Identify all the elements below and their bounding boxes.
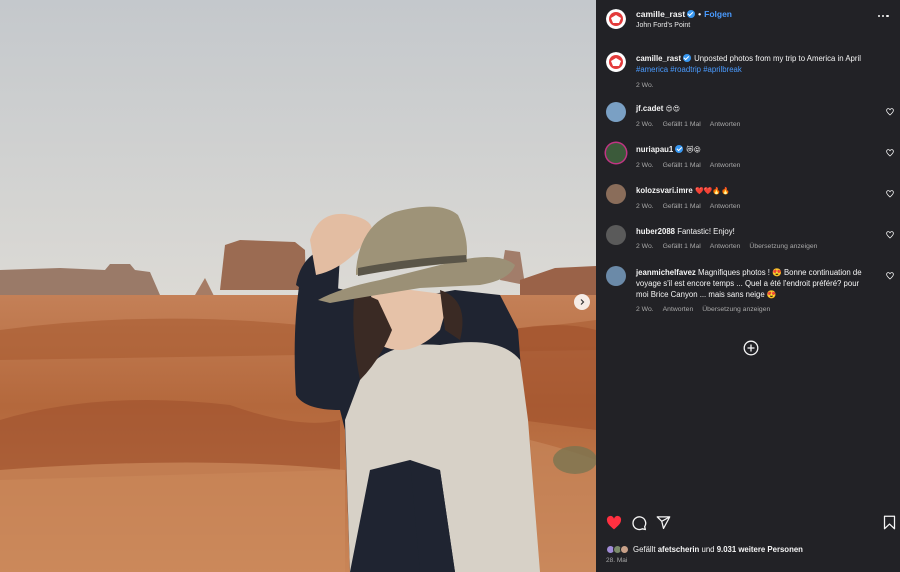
desert-photo-illustration bbox=[0, 0, 596, 572]
comment-text: Fantastic! Enjoy! bbox=[677, 227, 735, 236]
reply-button[interactable]: Antworten bbox=[663, 306, 694, 313]
separator-dot: • bbox=[698, 9, 702, 19]
caption-username[interactable]: camille_rast bbox=[636, 54, 681, 63]
comment-text: 😻😝 bbox=[686, 146, 701, 154]
verified-badge-icon bbox=[683, 54, 692, 62]
comment-username[interactable]: nuriapau1 bbox=[636, 145, 673, 154]
comment-likes[interactable]: Gefällt 1 Mal bbox=[663, 121, 701, 128]
like-comment-heart-icon[interactable] bbox=[886, 231, 894, 239]
post-photo[interactable] bbox=[0, 0, 596, 572]
reply-button[interactable]: Antworten bbox=[710, 162, 741, 169]
likes-conjunction: und bbox=[701, 544, 715, 554]
reply-button[interactable]: Antworten bbox=[710, 243, 741, 250]
comment-meta: 2 Wo. Gefällt 1 Mal Antworten bbox=[636, 119, 886, 130]
caption-time[interactable]: 2 Wo. bbox=[636, 82, 654, 89]
likes-text: Gefällt afetscherin und 9.031 weitere Pe… bbox=[633, 545, 803, 554]
commenter-avatar[interactable] bbox=[606, 266, 626, 286]
verified-badge-icon bbox=[675, 145, 684, 153]
likes-prefix: Gefällt bbox=[633, 544, 656, 554]
comment-body: huber2088 Fantastic! Enjoy! 2 Wo. Gefällt… bbox=[636, 226, 886, 252]
author-avatar[interactable] bbox=[606, 9, 626, 29]
liker-avatars bbox=[606, 544, 629, 554]
author-username[interactable]: camille_rast bbox=[636, 9, 685, 19]
likes-summary[interactable]: Gefällt afetscherin und 9.031 weitere Pe… bbox=[606, 543, 803, 555]
translate-button[interactable]: Übersetzung anzeigen bbox=[749, 243, 817, 250]
like-comment-heart-icon[interactable] bbox=[886, 149, 894, 157]
post-action-bar bbox=[596, 515, 900, 535]
comment-meta: 2 Wo. Gefällt 1 Mal Antworten bbox=[636, 201, 886, 212]
commenter-avatar[interactable] bbox=[606, 225, 626, 245]
caption-meta: 2 Wo. bbox=[636, 80, 886, 91]
reply-button[interactable]: Antworten bbox=[710, 121, 741, 128]
comment-likes[interactable]: Gefällt 1 Mal bbox=[663, 203, 701, 210]
chevron-right-icon bbox=[580, 299, 585, 305]
liker-username[interactable]: afetscherin bbox=[658, 545, 700, 554]
post-viewer: camille_rast • Folgen John Ford's Point ca… bbox=[0, 0, 900, 572]
comment-username[interactable]: jf.cadet bbox=[636, 104, 663, 113]
comment-icon[interactable] bbox=[631, 515, 647, 531]
comment-body: jeanmichelfavez Magnifiques photos ! 😍 B… bbox=[636, 267, 868, 315]
hashtag[interactable]: #roadtrip bbox=[670, 65, 701, 74]
comment: jf.cadet 😍😍 2 Wo. Gefällt 1 Mal Antworten bbox=[596, 102, 900, 132]
more-options-icon[interactable] bbox=[878, 13, 890, 19]
comment: huber2088 Fantastic! Enjoy! 2 Wo. Gefällt… bbox=[596, 225, 900, 255]
post-side-panel: camille_rast • Folgen John Ford's Point ca… bbox=[596, 0, 900, 572]
caption-avatar[interactable] bbox=[606, 52, 626, 72]
comment-text: 😍😍 bbox=[665, 105, 681, 113]
comment-meta: 2 Wo. Gefällt 1 Mal Antworten Übersetzung a… bbox=[636, 241, 886, 252]
commenter-avatar[interactable] bbox=[606, 102, 626, 122]
author-username-line: camille_rast • Folgen bbox=[636, 9, 732, 19]
comment-text: ❤️❤️🔥🔥 bbox=[694, 187, 730, 195]
post-location[interactable]: John Ford's Point bbox=[636, 22, 690, 29]
comment-meta: 2 Wo. Antworten Übersetzung anzeigen bbox=[636, 304, 868, 315]
translate-button[interactable]: Übersetzung anzeigen bbox=[702, 306, 770, 313]
hashtag[interactable]: #america bbox=[636, 65, 668, 74]
reply-button[interactable]: Antworten bbox=[710, 203, 741, 210]
caption-body: camille_rast Unposted photos from my trip… bbox=[636, 53, 886, 91]
like-comment-heart-icon[interactable] bbox=[886, 108, 894, 116]
author-avatar-image bbox=[606, 52, 626, 72]
next-photo-button[interactable] bbox=[574, 294, 590, 310]
comment-body: kolozsvari.imre ❤️❤️🔥🔥 2 Wo. Gefällt 1 Ma… bbox=[636, 185, 886, 212]
verified-badge-icon bbox=[687, 10, 696, 18]
comment-time[interactable]: 2 Wo. bbox=[636, 162, 654, 169]
comment-username[interactable]: jeanmichelfavez bbox=[636, 268, 696, 277]
comment-username[interactable]: kolozsvari.imre bbox=[636, 186, 693, 195]
bookmark-icon[interactable] bbox=[883, 515, 896, 530]
post-date[interactable]: 28. Mai bbox=[606, 557, 627, 564]
post-header: camille_rast • Folgen John Ford's Point bbox=[596, 0, 900, 40]
comment: nuriapau1 😻😝 2 Wo. Gefällt 1 Mal Antworten bbox=[596, 143, 900, 173]
comment-body: nuriapau1 😻😝 2 Wo. Gefällt 1 Mal Antworten bbox=[636, 144, 886, 171]
caption: camille_rast Unposted photos from my trip… bbox=[596, 52, 900, 92]
comment-likes[interactable]: Gefällt 1 Mal bbox=[663, 162, 701, 169]
heart-filled-icon[interactable] bbox=[606, 515, 622, 531]
author-avatar-image bbox=[606, 9, 626, 29]
commenter-avatar[interactable] bbox=[606, 184, 626, 204]
caption-text: Unposted photos from my trip to America … bbox=[694, 54, 861, 63]
comment-meta: 2 Wo. Gefällt 1 Mal Antworten bbox=[636, 160, 886, 171]
comment: jeanmichelfavez Magnifiques photos ! 😍 B… bbox=[596, 266, 900, 328]
hashtag[interactable]: #aprilbreak bbox=[703, 65, 742, 74]
comment: kolozsvari.imre ❤️❤️🔥🔥 2 Wo. Gefällt 1 Ma… bbox=[596, 184, 900, 214]
comment-time[interactable]: 2 Wo. bbox=[636, 243, 654, 250]
comment-time[interactable]: 2 Wo. bbox=[636, 203, 654, 210]
like-comment-heart-icon[interactable] bbox=[886, 272, 894, 280]
comment-time[interactable]: 2 Wo. bbox=[636, 121, 654, 128]
comment-username[interactable]: huber2088 bbox=[636, 227, 675, 236]
liker-avatar bbox=[620, 544, 629, 554]
likes-count[interactable]: 9.031 weitere Personen bbox=[717, 545, 803, 554]
commenter-avatar[interactable] bbox=[606, 143, 626, 163]
load-more-comments-icon[interactable] bbox=[743, 340, 759, 356]
comment-body: jf.cadet 😍😍 2 Wo. Gefällt 1 Mal Antworten bbox=[636, 103, 886, 130]
comment-likes[interactable]: Gefällt 1 Mal bbox=[663, 243, 701, 250]
share-icon[interactable] bbox=[656, 515, 671, 530]
like-comment-heart-icon[interactable] bbox=[886, 190, 894, 198]
comment-time[interactable]: 2 Wo. bbox=[636, 306, 654, 313]
follow-button[interactable]: Folgen bbox=[704, 9, 732, 19]
